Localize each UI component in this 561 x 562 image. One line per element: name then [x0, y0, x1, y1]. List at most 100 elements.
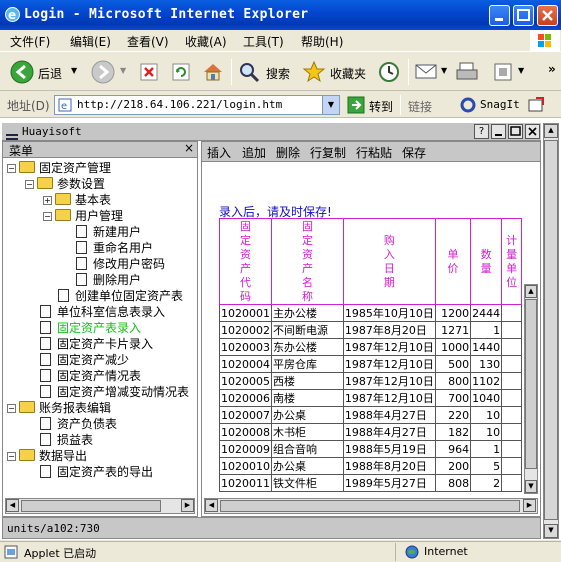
table-cell[interactable] — [501, 389, 522, 407]
table-cell[interactable]: 5 — [470, 457, 503, 475]
menu-file[interactable]: 文件(F) — [10, 33, 50, 50]
table-cell[interactable]: 1020009 — [219, 440, 272, 458]
applet-close-button[interactable] — [525, 124, 540, 139]
scroll-thumb[interactable] — [544, 140, 558, 520]
go-arrow-icon[interactable] — [347, 96, 365, 114]
table-cell[interactable]: 1 — [470, 440, 503, 458]
favorites-star-icon[interactable] — [302, 60, 326, 84]
copy-row-button[interactable]: 行复制 — [310, 144, 346, 161]
scroll-left-icon[interactable]: ◀ — [205, 499, 218, 512]
tree-item[interactable]: 固定资产增减变动情况表 — [25, 384, 189, 400]
scroll-left-icon[interactable]: ◀ — [6, 499, 19, 512]
expand-icon[interactable]: + — [43, 196, 52, 205]
table-row[interactable]: 1020011 铁文件柜 1989年5月27日 808 2 — [219, 474, 522, 492]
scroll-down-icon[interactable]: ▼ — [544, 524, 558, 538]
table-cell[interactable]: 1040 — [470, 389, 503, 407]
delete-button[interactable]: 删除 — [276, 144, 300, 161]
scroll-up-icon[interactable]: ▲ — [525, 285, 537, 298]
table-cell[interactable]: 1988年4月27日 — [342, 406, 436, 424]
table-cell[interactable]: 1102 — [470, 372, 503, 390]
table-cell[interactable]: 1987年12月10日 — [342, 355, 436, 373]
table-cell[interactable]: 1989年5月27日 — [342, 474, 436, 492]
tree-item[interactable]: + 基本表 — [43, 192, 111, 208]
column-header[interactable]: 固定资产名称 — [271, 218, 344, 305]
table-cell[interactable]: 1271 — [434, 321, 472, 339]
table-cell[interactable]: 西楼 — [271, 372, 344, 390]
table-cell[interactable]: 700 — [434, 389, 472, 407]
table-cell[interactable]: 1985年10月10日 — [342, 304, 436, 322]
address-input[interactable]: e http://218.64.106.221/login.htm ▼ — [54, 95, 340, 115]
forward-dropdown-icon[interactable]: ▼ — [120, 66, 126, 75]
snagit-icon[interactable] — [460, 97, 476, 113]
table-cell[interactable]: 808 — [434, 474, 472, 492]
table-cell[interactable]: 1020006 — [219, 389, 272, 407]
table-row[interactable]: 1020009 组合音响 1988年5月19日 964 1 — [219, 440, 522, 458]
table-cell[interactable]: 主办公楼 — [271, 304, 344, 322]
table-cell[interactable] — [501, 457, 522, 475]
history-icon[interactable] — [378, 61, 400, 83]
table-cell[interactable]: 1020010 — [219, 457, 272, 475]
table-cell[interactable]: 铁文件柜 — [271, 474, 344, 492]
tree-item[interactable]: − 数据导出 — [7, 448, 87, 464]
table-cell[interactable]: 1020001 — [219, 304, 272, 322]
links-button[interactable]: 链接 — [408, 98, 432, 115]
table-cell[interactable]: 1020003 — [219, 338, 272, 356]
table-row[interactable]: 1020006 南楼 1987年12月10日 700 1040 — [219, 389, 522, 407]
tree-item[interactable]: 资产负债表 — [25, 416, 117, 432]
table-cell[interactable] — [501, 355, 522, 373]
table-cell[interactable]: 10 — [470, 406, 503, 424]
menu-favorites[interactable]: 收藏(A) — [185, 33, 227, 50]
column-header[interactable]: 固定资产代码 — [219, 218, 272, 305]
tree-item[interactable]: 固定资产情况表 — [25, 368, 141, 384]
tree-item[interactable]: 固定资产减少 — [25, 352, 129, 368]
applet-help-button[interactable]: ? — [474, 124, 489, 139]
collapse-icon[interactable]: − — [7, 452, 16, 461]
save-button[interactable]: 保存 — [402, 144, 426, 161]
table-cell[interactable]: 不间断电源 — [271, 321, 344, 339]
table-cell[interactable]: 1020011 — [219, 474, 272, 492]
collapse-icon[interactable]: − — [43, 212, 52, 221]
tree-item[interactable]: 固定资产表录入 — [25, 320, 141, 336]
menu-close-icon[interactable]: × — [184, 141, 194, 155]
table-cell[interactable]: 1987年8月20日 — [342, 321, 436, 339]
table-cell[interactable] — [501, 304, 522, 322]
table-cell[interactable]: 1200 — [434, 304, 472, 322]
table-cell[interactable]: 1987年12月10日 — [342, 338, 436, 356]
toolbar-overflow-icon[interactable]: » — [548, 62, 556, 76]
scroll-thumb[interactable] — [21, 500, 161, 512]
table-cell[interactable]: 1020002 — [219, 321, 272, 339]
table-cell[interactable] — [501, 372, 522, 390]
back-arrow-icon[interactable] — [10, 60, 34, 84]
table-row[interactable]: 1020003 东办公楼 1987年12月10日 1000 1440 — [219, 338, 522, 356]
scroll-down-icon[interactable]: ▼ — [525, 480, 537, 493]
table-row[interactable]: 1020010 办公桌 1988年8月20日 200 5 — [219, 457, 522, 475]
table-row[interactable]: 1020008 木书柜 1988年4月27日 182 10 — [219, 423, 522, 441]
scroll-thumb[interactable] — [220, 500, 520, 512]
edit-dropdown-icon[interactable]: ▼ — [518, 66, 524, 75]
table-cell[interactable]: 办公桌 — [271, 457, 344, 475]
table-cell[interactable]: 500 — [434, 355, 472, 373]
table-cell[interactable]: 1987年12月10日 — [342, 389, 436, 407]
table-row[interactable]: 1020004 平房仓库 1987年12月10日 500 130 — [219, 355, 522, 373]
table-cell[interactable]: 南楼 — [271, 389, 344, 407]
tree-item[interactable]: − 参数设置 — [25, 176, 105, 192]
mail-icon[interactable] — [415, 62, 439, 82]
back-button[interactable]: 后退 — [38, 65, 62, 82]
scroll-right-icon[interactable]: ▶ — [181, 499, 194, 512]
table-cell[interactable] — [501, 440, 522, 458]
tree-item[interactable]: 单位科室信息表录入 — [25, 304, 165, 320]
go-button[interactable]: 转到 — [369, 98, 393, 115]
table-cell[interactable]: 1020004 — [219, 355, 272, 373]
tree-item[interactable]: 新建用户 — [61, 224, 141, 240]
applet-maximize-button[interactable] — [508, 124, 523, 139]
scroll-thumb[interactable] — [525, 299, 537, 469]
table-cell[interactable]: 组合音响 — [271, 440, 344, 458]
tree-item[interactable]: − 固定资产管理 — [7, 160, 111, 176]
table-cell[interactable]: 1988年5月19日 — [342, 440, 436, 458]
tree-item[interactable]: 重命名用户 — [61, 240, 153, 256]
table-cell[interactable]: 1987年12月10日 — [342, 372, 436, 390]
table-cell[interactable]: 2 — [470, 474, 503, 492]
table-cell[interactable]: 办公桌 — [271, 406, 344, 424]
home-icon[interactable] — [202, 61, 224, 83]
table-cell[interactable]: 1020007 — [219, 406, 272, 424]
